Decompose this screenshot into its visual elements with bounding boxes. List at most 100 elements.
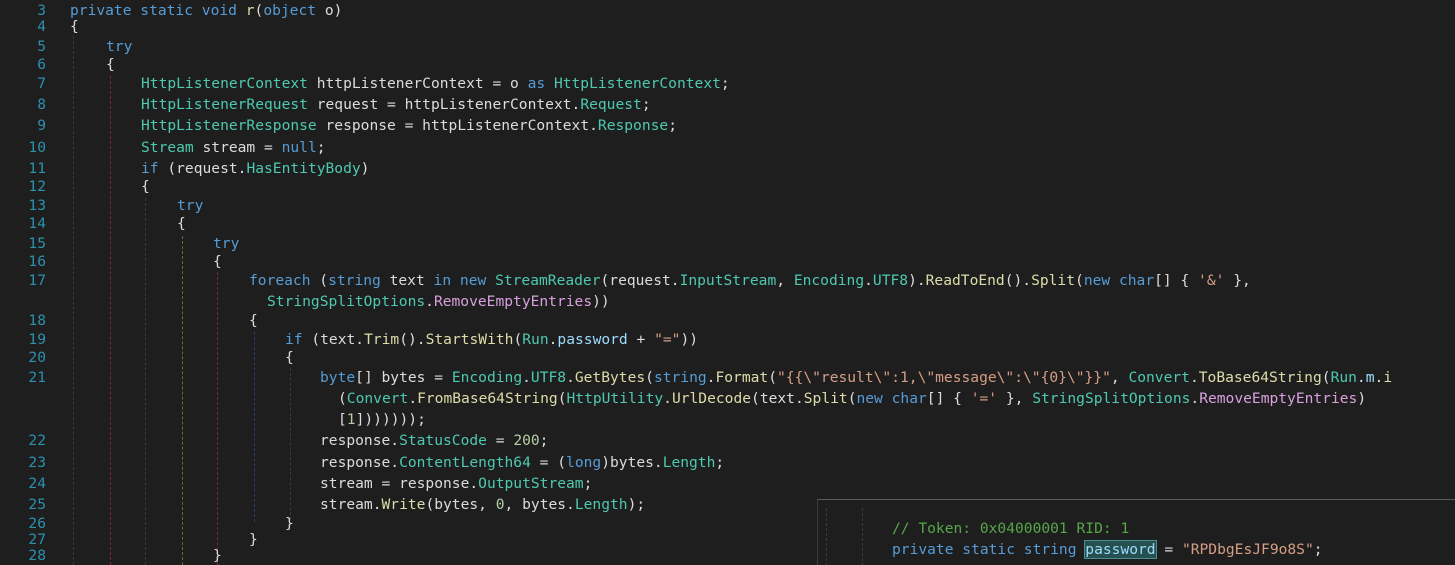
code-token: string (653, 369, 707, 386)
code-line[interactable]: 23 response.ContentLength64 = (long)bytes… (0, 452, 1455, 473)
code-line[interactable]: 8 HttpListenerRequest request = httpListe… (0, 94, 1455, 115)
code-text: { (177, 213, 186, 234)
code-token: ). (908, 272, 926, 289)
line-number: 21 (28, 369, 46, 386)
token-comment: // Token: 0x04000001 RID: 1 (892, 520, 1130, 537)
code-token: , (776, 272, 794, 289)
line-number: 24 (28, 475, 46, 492)
code-token: GetBytes (574, 369, 646, 386)
code-line[interactable]: 21 byte[] bytes = Encoding.UTF8.GetBytes(… (0, 367, 1455, 388)
code-token: ( (557, 390, 567, 407)
statement-end: ; (1313, 541, 1323, 558)
code-token: long (566, 454, 602, 471)
code-token: null (281, 139, 317, 156)
code-token: (request. (167, 160, 247, 177)
code-token: ; (668, 117, 677, 134)
code-token: HasEntityBody (246, 160, 361, 177)
code-token: Stream (141, 139, 194, 156)
password-value: "RPDbgEsJF9o8S" (1181, 541, 1314, 558)
code-token: [] { (1154, 272, 1199, 289)
code-text: [1])))))); (338, 409, 426, 430)
code-token: { (141, 178, 150, 195)
code-token: . (663, 390, 672, 407)
code-line[interactable]: 9 HttpListenerResponse response = httpLis… (0, 115, 1455, 136)
code-line[interactable]: 22 response.StatusCode = 200; (0, 430, 1455, 451)
code-token: stream = (193, 139, 282, 156)
line-number: 17 (28, 272, 46, 289)
code-line[interactable]: (Convert.FromBase64String(HttpUtility.Ur… (0, 388, 1455, 409)
line-number: 22 (28, 432, 46, 449)
code-token: ( (768, 369, 777, 386)
code-token: Encoding (793, 272, 865, 289)
code-token: = (486, 432, 514, 449)
code-token: ToBase64String (1198, 369, 1322, 386)
code-token: { (213, 253, 222, 270)
code-token: HttpListenerRequest (141, 96, 308, 113)
assign-operator: = (1155, 541, 1182, 558)
code-token: { (249, 312, 258, 329)
code-text: { (141, 176, 150, 197)
code-token: { (285, 349, 294, 366)
password-field-highlight[interactable]: password (1084, 540, 1157, 559)
code-line[interactable]: 18 { (0, 310, 1455, 331)
code-token: 200 (513, 432, 540, 449)
line-number: 14 (28, 215, 46, 232)
code-token: )) (680, 331, 699, 348)
code-token: )bytes. (601, 454, 663, 471)
code-line[interactable]: 7 HttpListenerContext httpListenerContext… (0, 73, 1455, 94)
code-token: ) (1357, 390, 1367, 407)
code-token: + (627, 331, 655, 348)
code-line[interactable]: 6{ (0, 54, 1455, 75)
code-token: 1 (346, 411, 356, 428)
code-token: ( (1075, 272, 1084, 289)
code-token: Convert (1128, 369, 1190, 386)
code-line[interactable]: 10 Stream stream = null; (0, 137, 1455, 158)
code-line[interactable]: 16 { (0, 251, 1455, 272)
code-token: Encoding (451, 369, 523, 386)
code-token: HttpListenerResponse (141, 117, 317, 134)
code-token: (bytes, (425, 496, 496, 513)
code-token: "{{\"result\":1,\"message\":\"{0}\"}}" (776, 369, 1111, 386)
code-token: { (70, 18, 79, 35)
code-token: '=' (970, 390, 998, 407)
code-token: (). (1004, 272, 1032, 289)
code-token: Response (597, 117, 669, 134)
code-token: HttpListenerContext (553, 75, 721, 92)
code-token: UrlDecode (671, 390, 752, 407)
code-token: in new (433, 272, 496, 289)
code-token: password (557, 331, 628, 348)
code-token: byte (320, 369, 356, 386)
code-text: Stream stream = null; (141, 137, 326, 158)
code-token: . (864, 272, 873, 289)
code-token: "=" (654, 331, 681, 348)
code-token: Request (580, 96, 642, 113)
code-token: StringSplitOptions (267, 293, 426, 310)
code-token: ; (715, 454, 725, 471)
code-text: { (285, 347, 294, 368)
code-text: StringSplitOptions.RemoveEmptyEntries)) (267, 291, 610, 312)
code-line[interactable]: 17 foreach (string text in new StreamRead… (0, 270, 1455, 291)
code-token: ReadToEnd (925, 272, 1005, 289)
password-declaration[interactable]: private static string password = "RPDbgE… (892, 539, 1323, 560)
code-token: '&' (1198, 272, 1225, 289)
code-token: Run (522, 331, 549, 348)
code-token: . (1189, 369, 1199, 386)
code-token: = ( (530, 454, 567, 471)
peek-definition-panel[interactable]: // Token: 0x04000001 RID: 1 private stat… (817, 499, 1455, 565)
code-token: m (1365, 369, 1375, 386)
code-token: RemoveEmptyEntries (433, 293, 593, 310)
code-line[interactable]: 20 { (0, 347, 1455, 368)
code-text: HttpListenerContext httpListenerContext … (141, 73, 730, 94)
code-token: RemoveEmptyEntries (1199, 390, 1358, 407)
code-token: new char (856, 390, 927, 407)
code-line[interactable]: StringSplitOptions.RemoveEmptyEntries)) (0, 291, 1455, 312)
code-editor[interactable]: 3 private static void r(object o) 4{5 try 6{… (0, 0, 1455, 565)
code-line[interactable]: 4{ (0, 16, 1455, 37)
code-line[interactable]: [1])))))); (0, 409, 1455, 430)
code-line[interactable]: 14 { (0, 213, 1455, 234)
code-line[interactable]: 12 { (0, 176, 1455, 197)
code-line[interactable]: 24 stream = response.OutputStream; (0, 473, 1455, 494)
code-token: ( (1321, 369, 1331, 386)
code-token: [] bytes = (355, 369, 452, 386)
line-number: 9 (37, 117, 46, 134)
